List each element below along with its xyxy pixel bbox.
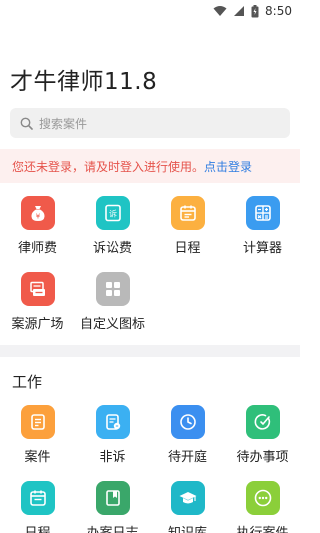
todo-check-icon (245, 405, 280, 439)
battery-icon (251, 4, 259, 17)
tool-label: 计算器 (242, 241, 282, 256)
status-icons: 8:50 (213, 4, 292, 18)
work-item-label: 案件 (24, 450, 51, 465)
clock-icon (170, 405, 205, 439)
work-item-todo[interactable]: 待办事项 (225, 405, 300, 465)
wifi-icon (213, 6, 227, 16)
case-icon (20, 405, 55, 439)
login-banner: 您还未登录，请及时登入进行使用。 点击登录 (0, 149, 300, 183)
work-item-label: 执行案件 (236, 522, 288, 533)
work-item-label: 知识库 (168, 522, 207, 533)
login-link[interactable]: 点击登录 (204, 158, 252, 175)
search-input[interactable]: 搜索案件 (10, 108, 290, 138)
non-litigation-icon (95, 405, 130, 439)
work-item-execution-case[interactable]: 执行案件 (225, 481, 300, 533)
litigation-doc-icon: 诉 (95, 196, 130, 230)
work-item-non-litigation[interactable]: 非诉 (75, 405, 150, 465)
tool-label: 律师费 (17, 241, 57, 256)
work-item-label: 日程 (24, 522, 50, 533)
tool-label: 自定义图标 (79, 317, 145, 332)
work-item-schedule[interactable]: 日程 (0, 481, 75, 533)
tool-custom[interactable]: 自定义图标 (75, 272, 150, 332)
section-divider (0, 345, 300, 357)
work-item-label: 待开庭 (167, 450, 207, 465)
case-log-icon (95, 481, 130, 515)
status-time: 8:50 (265, 4, 292, 18)
work-item-case[interactable]: 案件 (0, 405, 75, 465)
tool-label: 案源广场 (11, 317, 64, 332)
tool-schedule[interactable]: 日程 (150, 196, 225, 256)
tool-case-source[interactable]: 案源广场 (0, 272, 75, 332)
work-item-label: 办案日志 (86, 522, 138, 533)
login-message: 您还未登录，请及时登入进行使用。 (12, 159, 205, 174)
work-item-label: 非诉 (99, 450, 126, 465)
custom-grid-icon (95, 272, 130, 306)
search-icon (20, 117, 33, 130)
work-item-label: 待办事项 (236, 450, 289, 465)
status-bar: 8:50 (0, 0, 300, 24)
search-placeholder: 搜索案件 (39, 116, 88, 131)
page-title: 才牛律师11.8 (10, 69, 158, 95)
tool-label: 日程 (174, 241, 201, 256)
calendar-icon (20, 481, 55, 515)
cellular-signal-icon (234, 6, 245, 16)
calendar-icon (170, 196, 205, 230)
work-item-pending-hearing[interactable]: 待开庭 (150, 405, 225, 465)
tool-calculator[interactable]: 计算器 (225, 196, 300, 256)
tool-litigation-fee[interactable]: 诉 诉讼费 (75, 196, 150, 256)
work-item-knowledge[interactable]: 知识库 (150, 481, 225, 533)
money-bag-icon: ¥ (20, 196, 55, 230)
svg-text:诉: 诉 (109, 209, 117, 219)
case-source-icon (20, 272, 55, 306)
more-dots-icon (245, 481, 280, 515)
calculator-icon (245, 196, 280, 230)
svg-text:¥: ¥ (35, 213, 40, 221)
tool-lawyer-fee[interactable]: ¥ 律师费 (0, 196, 75, 256)
tool-label: 诉讼费 (92, 241, 132, 256)
graduation-cap-icon (170, 481, 205, 515)
work-section-title: 工作 (12, 373, 43, 391)
work-item-case-log[interactable]: 办案日志 (75, 481, 150, 533)
